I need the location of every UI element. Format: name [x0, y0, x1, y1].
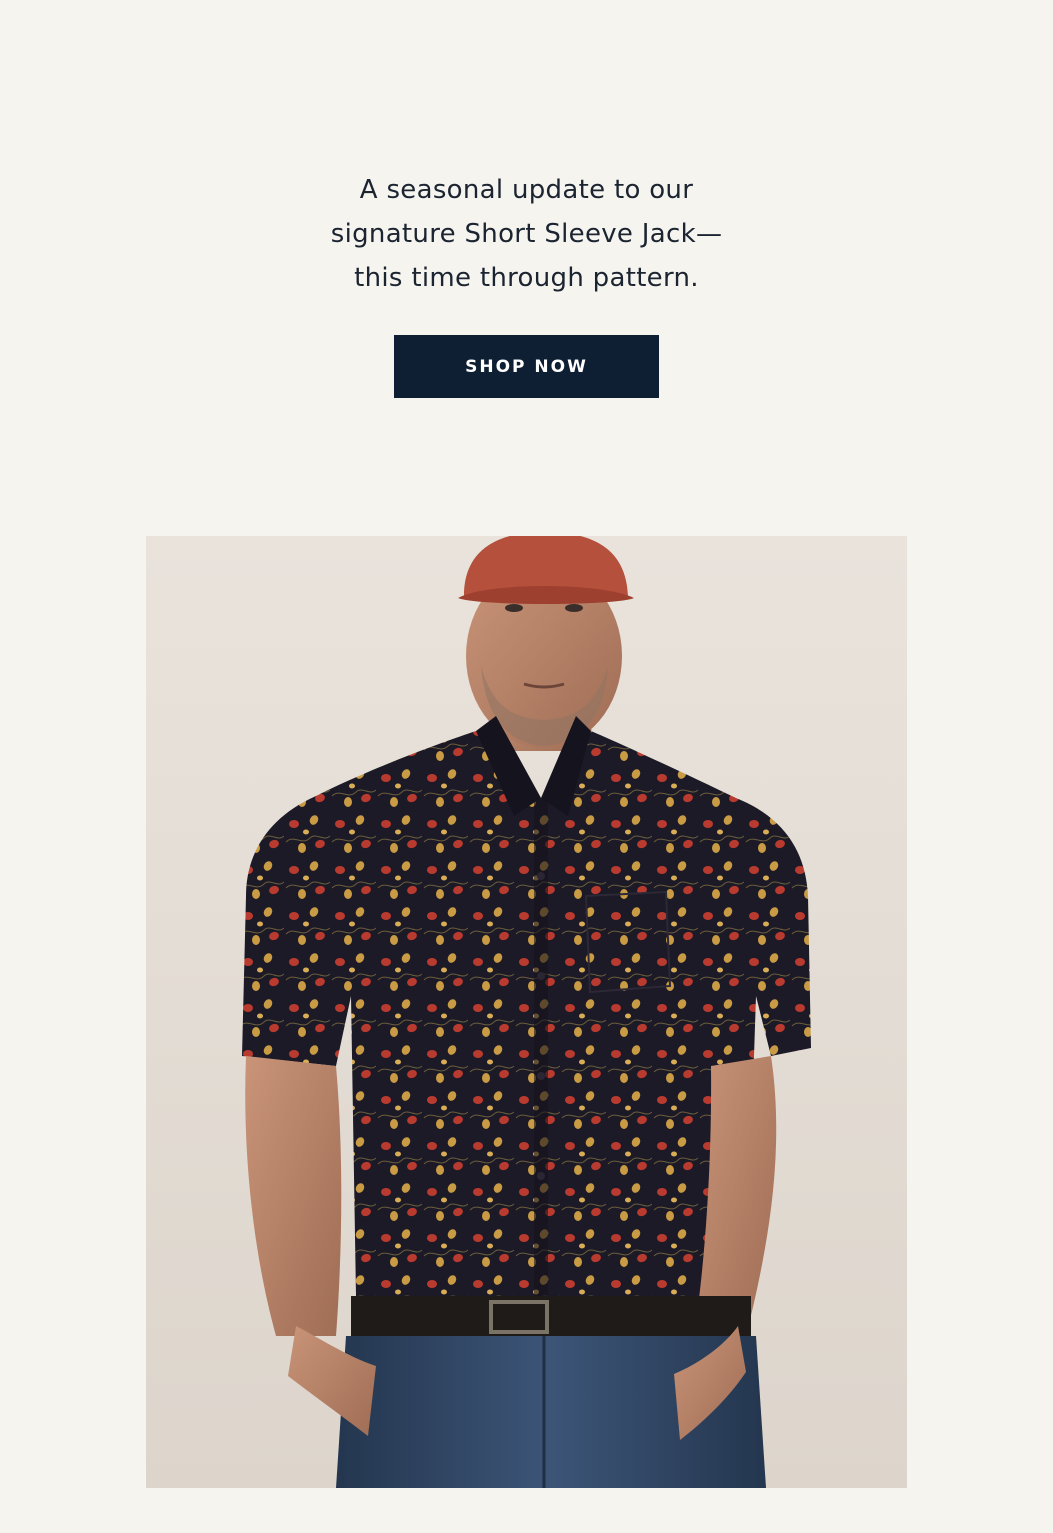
man-in-floral-shirt-icon — [146, 536, 907, 1488]
intro-line-2: signature Short Sleeve Jack— — [330, 219, 723, 249]
intro-copy: A seasonal update to our signature Short… — [0, 168, 1053, 300]
shop-now-button[interactable]: SHOP NOW — [394, 335, 659, 398]
product-photo[interactable] — [146, 536, 907, 1488]
intro-line-3: this time through pattern. — [354, 263, 699, 293]
intro-line-1: A seasonal update to our — [359, 175, 694, 205]
email-page: A seasonal update to our signature Short… — [0, 0, 1053, 1533]
